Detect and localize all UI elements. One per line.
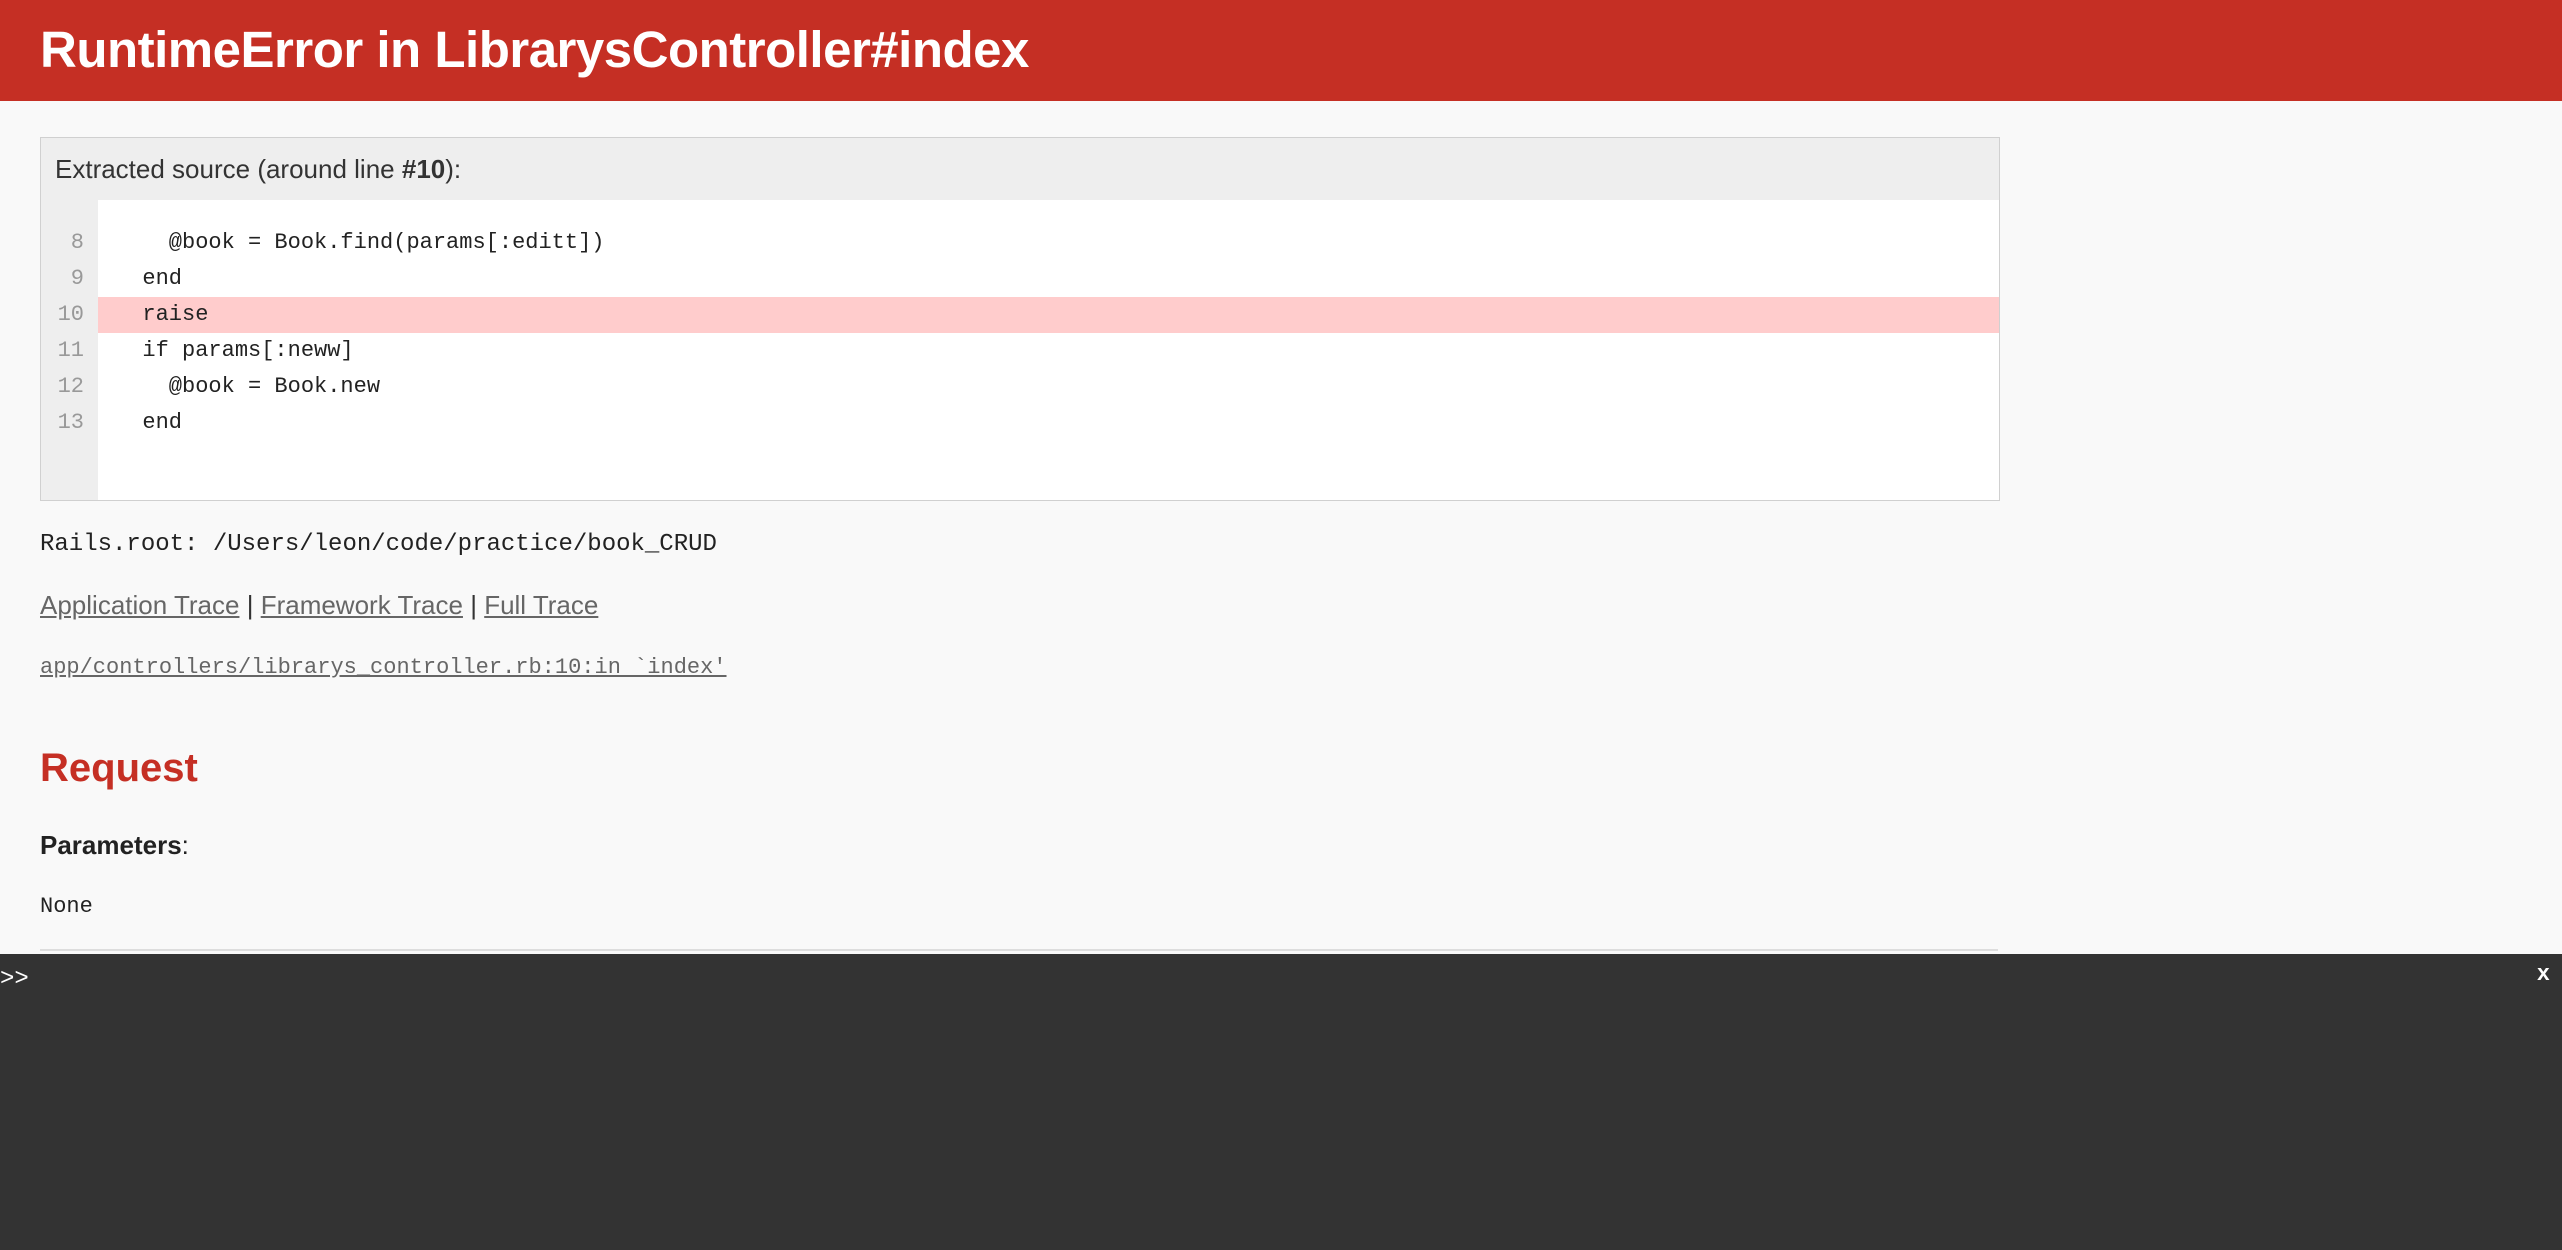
framework-trace-link[interactable]: Framework Trace	[261, 590, 463, 620]
page-title: RuntimeError in LibrarysController#index	[40, 21, 1029, 78]
code-line: end	[116, 266, 183, 291]
trace-links: Application Trace | Framework Trace | Fu…	[40, 590, 598, 621]
application-trace-link[interactable]: Application Trace	[40, 590, 239, 620]
web-console[interactable]: >> x	[0, 954, 2562, 1250]
line-number: 13	[57, 410, 84, 435]
code-line: end	[116, 410, 183, 435]
line-number: 9	[70, 266, 84, 291]
code-line: @book = Book.new	[116, 374, 381, 399]
parameters-label: Parameters:	[40, 830, 189, 860]
source-code: @book = Book.find(params[:editt]) end ra…	[98, 200, 1999, 500]
divider	[40, 949, 1998, 951]
console-prompt[interactable]: >>	[0, 966, 29, 993]
trace-frame-link[interactable]: app/controllers/librarys_controller.rb:1…	[40, 655, 727, 680]
source-caption: Extracted source (around line #10):	[55, 154, 462, 184]
code-line-highlighted: raise	[98, 297, 1999, 333]
code-line: @book = Book.find(params[:editt])	[116, 230, 605, 255]
line-number: 10	[57, 302, 84, 327]
line-number: 12	[57, 374, 84, 399]
error-header: RuntimeError in LibrarysController#index	[0, 0, 2562, 101]
line-number: 11	[57, 338, 84, 363]
line-number: 8	[70, 230, 84, 255]
extracted-source-box: Extracted source (around line #10): 8 9 …	[40, 137, 2000, 501]
line-number-gutter: 8 9 10 11 12 13	[41, 200, 98, 500]
code-line: if params[:neww]	[116, 338, 354, 363]
rails-root: Rails.root: /Users/leon/code/practice/bo…	[40, 531, 717, 558]
request-heading: Request	[40, 746, 198, 790]
parameters-value: None	[40, 894, 93, 919]
separator: |	[470, 590, 477, 620]
separator: |	[246, 590, 254, 620]
console-close-button[interactable]: x	[2537, 962, 2550, 987]
full-trace-link[interactable]: Full Trace	[484, 590, 598, 620]
